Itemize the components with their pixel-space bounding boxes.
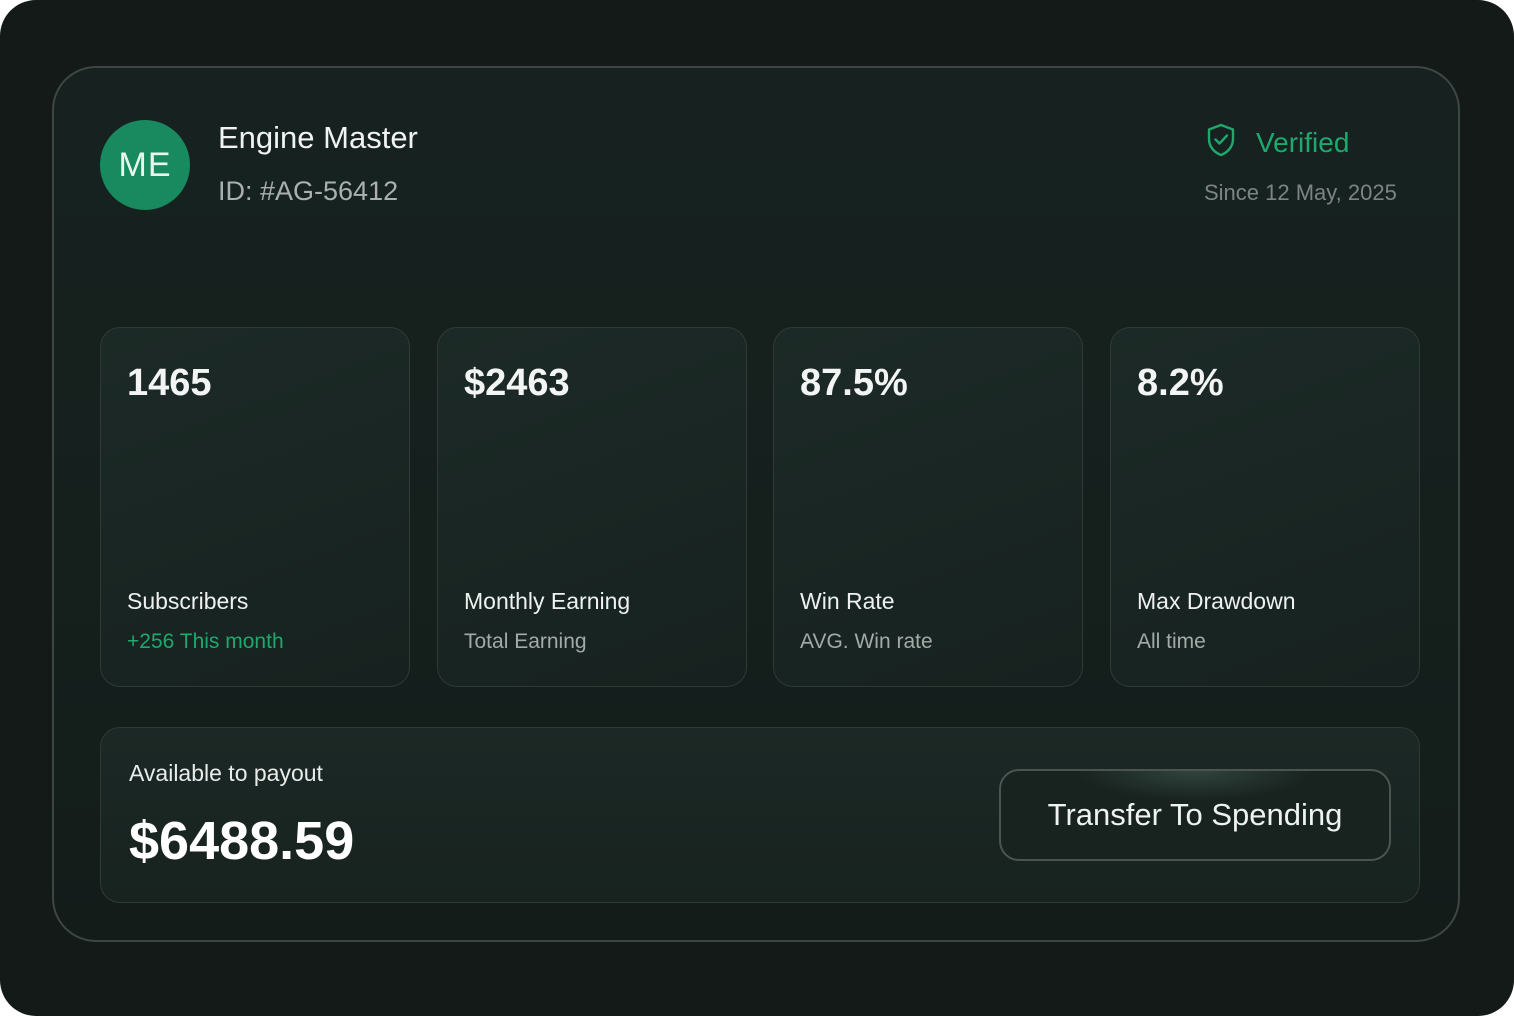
app-frame: ME Engine Master ID: #AG-56412 Verified … [0,0,1514,1016]
verified-badge: Verified [1204,122,1349,163]
transfer-to-spending-button[interactable]: Transfer To Spending [999,769,1391,861]
avatar-initials: ME [118,145,172,184]
trader-id: ID: #AG-56412 [218,176,399,206]
verified-since: Since 12 May, 2025 [1204,180,1397,205]
shield-check-icon [1204,122,1238,163]
verified-label: Verified [1256,126,1350,158]
stat-card-subscribers: 1465 Subscribers +256 This month [100,327,410,687]
stat-subtext: All time [1137,630,1206,653]
stat-value: 1465 [127,362,212,404]
stat-subtext: Total Earning [464,630,587,653]
stat-card-monthly-earning: $2463 Monthly Earning Total Earning [437,327,747,687]
stat-label: Monthly Earning [464,588,631,614]
stat-label: Subscribers [127,588,249,614]
payout-panel: Available to payout $6488.59 Transfer To… [100,727,1420,903]
stat-label: Win Rate [800,588,895,614]
stat-value: 87.5% [800,362,908,404]
stat-value: $2463 [464,362,570,404]
stat-label: Max Drawdown [1137,588,1296,614]
stat-card-win-rate: 87.5% Win Rate AVG. Win rate [773,327,1083,687]
avatar: ME [100,120,190,210]
stat-subtext: AVG. Win rate [800,630,933,653]
stat-card-max-drawdown: 8.2% Max Drawdown All time [1110,327,1420,687]
payout-amount: $6488.59 [129,811,355,871]
stat-value: 8.2% [1137,362,1224,404]
trader-name: Engine Master [218,120,418,155]
payout-label: Available to payout [129,760,323,786]
stat-subtext: +256 This month [127,630,284,653]
